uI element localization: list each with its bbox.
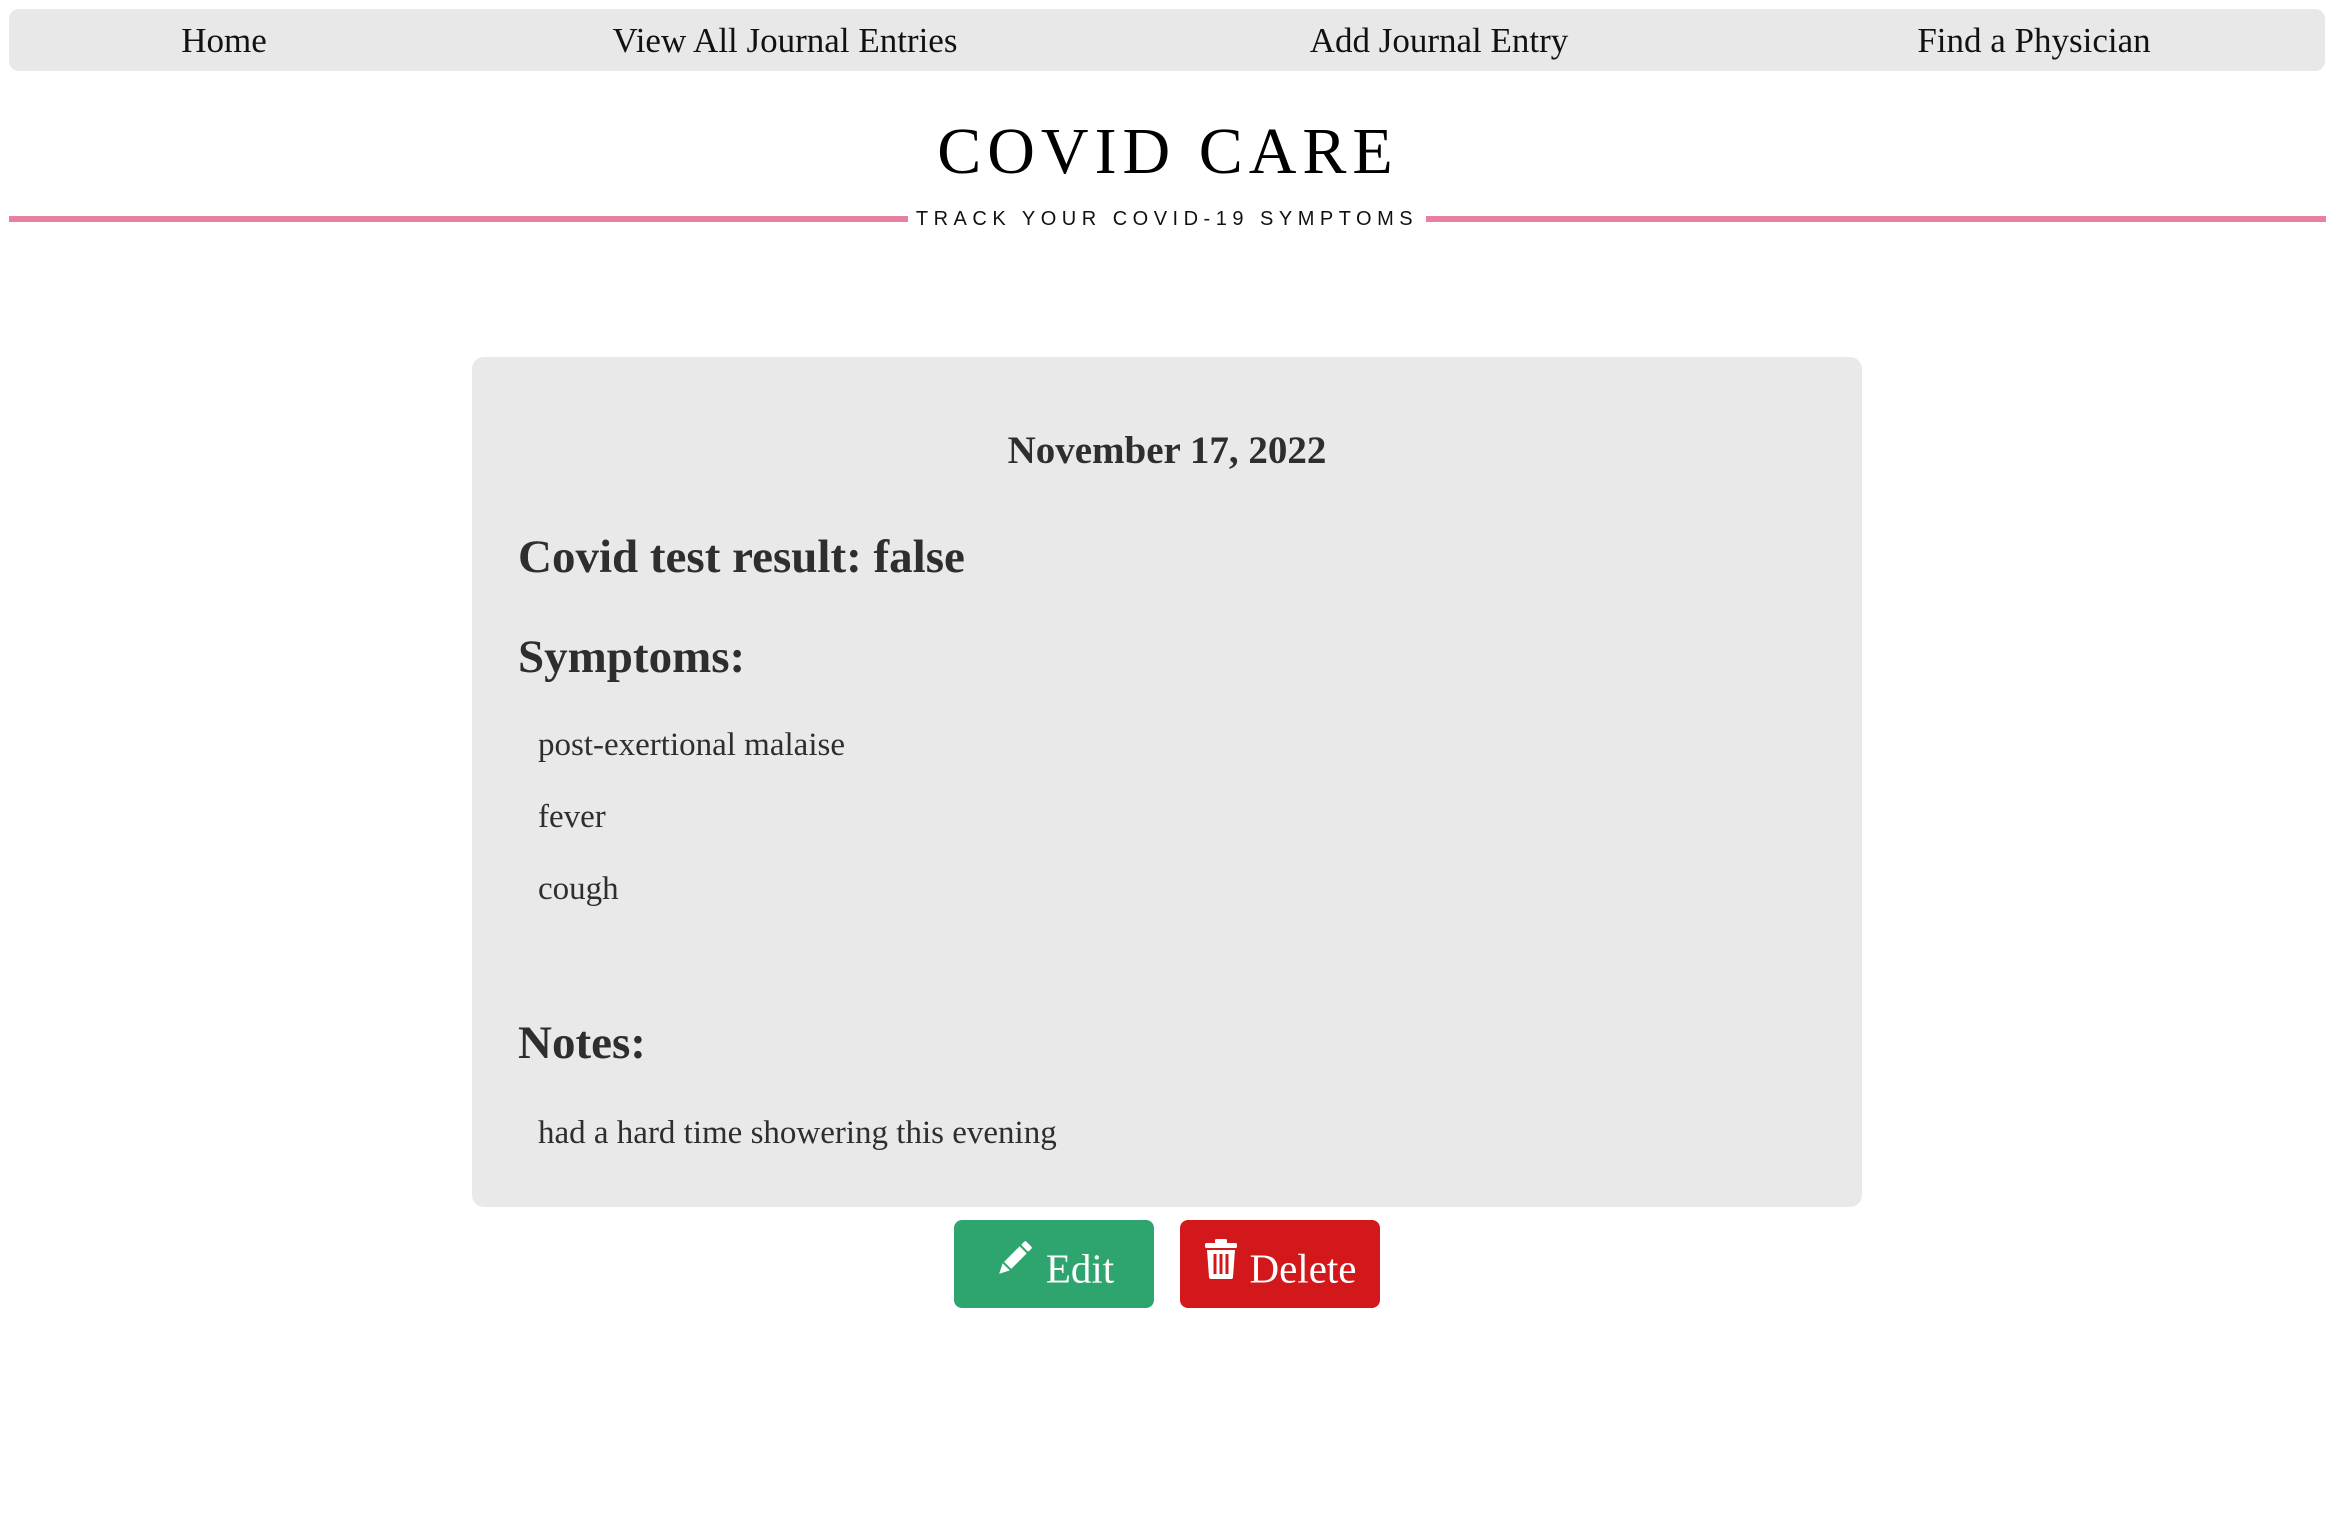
site-title: COVID CARE [937, 115, 1399, 188]
nav-item-find-a-physician[interactable]: Find a Physician [1917, 9, 2150, 71]
header-divider-right [1426, 216, 2326, 222]
notes-text: had a hard time showering this evening [538, 1115, 1057, 1151]
site-subtitle: TRACK YOUR COVID-19 SYMPTOMS [915, 208, 1419, 230]
entry-date: November 17, 2022 [1007, 429, 1327, 472]
test-result: Covid test result: false [518, 531, 965, 583]
delete-button-label: Delete [1249, 1245, 1357, 1292]
notes-heading: Notes: [518, 1017, 646, 1069]
nav-item-add-journal-entry[interactable]: Add Journal Entry [1310, 9, 1569, 71]
journal-entry-card: November 17, 2022 Covid test result: fal… [472, 357, 1862, 1207]
top-nav: Home View All Journal Entries Add Journa… [9, 9, 2325, 71]
symptom-list: post-exertional malaise fever cough [538, 725, 845, 941]
symptom-item: cough [538, 871, 619, 907]
edit-button[interactable]: Edit [954, 1220, 1154, 1308]
edit-button-label: Edit [1045, 1245, 1115, 1292]
nav-item-view-all-journal-entries[interactable]: View All Journal Entries [613, 9, 958, 71]
nav-item-home[interactable]: Home [181, 9, 267, 71]
symptom-item: post-exertional malaise [538, 727, 845, 763]
pencil-icon [994, 1221, 1034, 1309]
symptoms-heading: Symptoms: [518, 631, 746, 683]
trash-icon [1204, 1221, 1238, 1309]
symptom-item: fever [538, 799, 606, 835]
header-divider-left [9, 216, 908, 222]
delete-button[interactable]: Delete [1180, 1220, 1380, 1308]
